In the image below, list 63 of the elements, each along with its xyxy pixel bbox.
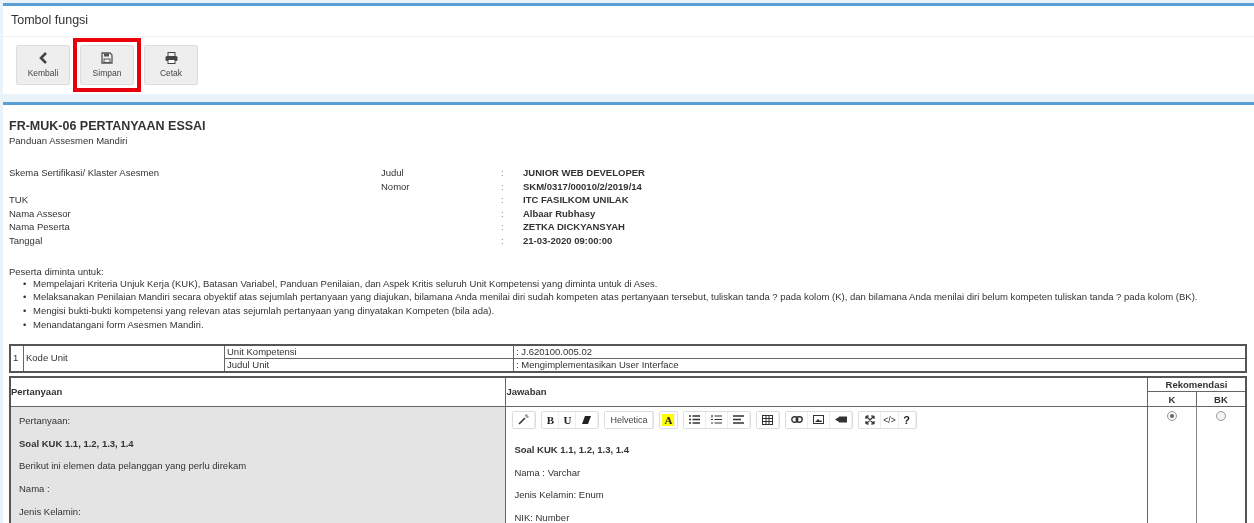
function-button[interactable]: Cetak (144, 45, 198, 85)
table-cell: Unit Kompetensi (224, 344, 514, 359)
info-label: Judul (381, 167, 404, 178)
table-icon[interactable] (757, 411, 780, 428)
fullscreen-icon[interactable] (859, 411, 882, 428)
answer-text: NIK: Number (513, 511, 571, 523)
answer-text: Soal KUK 1.1, 1.2, 1.3, 1.4 (513, 442, 630, 457)
separator-colon: : (501, 206, 505, 221)
list-bullet: • (23, 317, 28, 331)
text-color-button[interactable]: A (662, 413, 676, 426)
form-title: FR-MUK-06 PERTANYAAN ESSAI (9, 119, 207, 133)
instruction-item: Mempelajari Kriteria Unjuk Kerja (KUK), Batasan Variabel, Panduan Penilaian, dan Aspek Kritis seluruh Unit Kompetensi yang diminta untuk di Ases. (33, 276, 658, 290)
panel-title: Tombol fungsi (3, 6, 1254, 37)
function-button[interactable]: Kembali (16, 45, 70, 85)
function-button[interactable]: Simpan (80, 45, 134, 85)
separator-colon: : (501, 166, 505, 180)
instructions-intro: Peserta diminta untuk: (9, 265, 105, 277)
info-label: Skema Sertifikasi/ Klaster Asesmen (9, 167, 159, 178)
separator-colon: : (501, 233, 505, 248)
separator-colon: : (501, 179, 505, 194)
info-label: Nama Peserta (9, 221, 70, 233)
info-label: Nama Assesor (9, 207, 71, 219)
bold-button[interactable]: B (542, 411, 560, 428)
list-bullet: • (23, 276, 28, 290)
bullet-list-icon[interactable] (684, 411, 707, 428)
info-value: Albaar Rubhasy (523, 207, 596, 219)
list-bullet: • (23, 290, 28, 304)
question-text: Berikut ini elemen data pelanggan yang perlu direkam (19, 459, 248, 474)
answer-text: Nama : Varchar (513, 465, 582, 480)
code-view-button[interactable]: </> (881, 411, 899, 428)
info-label: TUK (9, 194, 28, 206)
info-value: SKM/0317/00010/2/2019/14 (523, 180, 642, 192)
radio-button[interactable] (1215, 410, 1226, 421)
form-subtitle: Panduan Assesmen Mandiri (9, 135, 129, 146)
info-value: 21-03-2020 09:00:00 (523, 234, 613, 246)
column-header: Pertanyaan (10, 376, 506, 407)
info-value: ZETKA DICKYANSYAH (523, 221, 625, 233)
chevron-left-icon (38, 52, 48, 64)
answer-text: Jenis Kelamin: Enum (513, 488, 605, 503)
question-text: Soal KUK 1.1, 1.2, 1.3, 1.4 (19, 436, 135, 451)
separator-colon: : (501, 193, 505, 207)
column-header: K (1147, 391, 1197, 407)
question-text: Pertanyaan: (19, 413, 72, 428)
info-label: Tanggal (9, 234, 43, 246)
question-text: Nama : (19, 482, 51, 496)
instruction-item: Melaksanakan Penilaian Mandiri secara obyektif atas sejumlah pertanyaan yang diajukan, bilamana Anda menilai diri sudah kompeten atas pertanyaan tersebut, tuliskan tanda ? pada kolom (K), dan bilamana Anda menilai diri belum kompeten tuliskan tanda ? pada kolom (BK). (33, 290, 1198, 304)
info-value: JUNIOR WEB DEVELOPER (523, 167, 645, 178)
table-cell: Judul Unit (224, 358, 514, 372)
info-label: Nomor (381, 180, 410, 192)
instruction-item: Menandatangani form Asesmen Mandiri. (33, 317, 204, 331)
table-cell: Kode Unit (23, 344, 225, 372)
magic-wand-icon[interactable] (513, 411, 536, 428)
separator-colon: : (501, 220, 505, 234)
font-dropdown[interactable]: Helvetica (605, 411, 654, 428)
instruction-item: Mengisi bukti-bukti kompetensi yang relevan atas sejumlah pertanyaan yang dinyatakan Kompeten (bila ada). (33, 304, 495, 318)
link-icon[interactable] (786, 411, 809, 428)
question-text: Jenis Kelamin: (19, 504, 82, 519)
printer-icon (164, 52, 178, 64)
list-bullet: • (23, 304, 28, 318)
radio-button[interactable] (1166, 410, 1177, 421)
info-value: ITC FASILKOM UNILAK (523, 194, 629, 206)
column-header: Jawaban (505, 376, 1148, 407)
table-cell: 1 (10, 344, 24, 372)
